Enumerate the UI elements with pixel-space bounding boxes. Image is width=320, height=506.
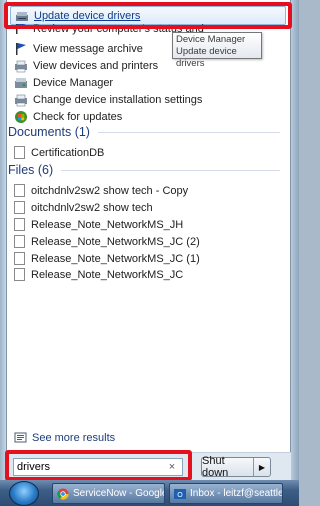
- shutdown-button[interactable]: Shut down: [202, 455, 254, 479]
- start-menu-glass-right: [291, 0, 299, 480]
- result-check-for-updates[interactable]: Check for updates: [14, 108, 122, 125]
- file-result[interactable]: oitchdnlv2sw2 show tech: [14, 199, 153, 216]
- document-icon: [14, 235, 25, 248]
- action-center-flag-icon: [14, 42, 28, 56]
- result-label: Update device drivers: [34, 9, 141, 22]
- devices-printers-icon: [14, 93, 28, 107]
- result-label: Release_Note_NetworkMS_JC: [31, 268, 184, 281]
- taskbar-button-servicenow[interactable]: ServiceNow - Google...: [52, 483, 165, 504]
- taskbar-button-outlook-inbox[interactable]: O Inbox - leitzf@seattle...: [169, 483, 283, 504]
- result-view-devices-printers[interactable]: View devices and printers: [14, 57, 158, 74]
- see-more-label: See more results: [32, 431, 116, 444]
- shutdown-options-arrow-icon[interactable]: ▶: [254, 458, 270, 476]
- file-result[interactable]: Release_Note_NetworkMS_JH: [14, 216, 183, 233]
- result-update-device-drivers[interactable]: Update device drivers: [10, 6, 286, 25]
- result-label: Change device installation settings: [33, 93, 203, 106]
- taskbar-button-label: Inbox - leitzf@seattle...: [190, 488, 283, 499]
- group-heading-label: Documents (1): [8, 125, 90, 139]
- device-driver-icon: [15, 9, 29, 23]
- taskbar-button-label: ServiceNow - Google...: [73, 488, 164, 499]
- result-certificationdb[interactable]: CertificationDB: [14, 144, 104, 161]
- result-label: Release_Note_NetworkMS_JH: [31, 218, 184, 231]
- documents-group-heading[interactable]: Documents (1): [8, 125, 280, 139]
- magnifier-results-icon: [14, 431, 27, 444]
- files-group-heading[interactable]: Files (6): [8, 163, 280, 177]
- document-icon: [14, 268, 25, 281]
- result-view-message-archive[interactable]: View message archive: [14, 40, 143, 57]
- group-divider: [61, 169, 280, 171]
- tooltip-line: Update device drivers: [176, 46, 237, 69]
- tooltip-line: Device Manager: [176, 34, 246, 45]
- shutdown-button-group: Shut down ▶: [201, 455, 271, 479]
- svg-text:O: O: [177, 492, 183, 499]
- result-device-manager[interactable]: Device Manager: [14, 74, 113, 91]
- action-center-flag-icon: [14, 24, 28, 35]
- document-icon: [14, 184, 25, 197]
- result-label: Release_Note_NetworkMS_JC (2): [31, 235, 200, 248]
- result-label: View devices and printers: [33, 59, 159, 72]
- windows-update-icon: [14, 110, 28, 124]
- devices-printers-icon: [14, 59, 28, 73]
- file-result[interactable]: oitchdnlv2sw2 show tech - Copy: [14, 182, 188, 199]
- result-label: oitchdnlv2sw2 show tech: [31, 201, 153, 214]
- document-icon: [14, 146, 25, 159]
- file-result[interactable]: Release_Note_NetworkMS_JC (2): [14, 233, 200, 250]
- search-box[interactable]: ×: [13, 458, 183, 476]
- outlook-icon: O: [174, 488, 186, 500]
- result-label: Release_Note_NetworkMS_JC (1): [31, 252, 200, 265]
- group-heading-label: Files (6): [8, 163, 54, 177]
- tooltip: Device Manager Update device drivers: [172, 32, 262, 69]
- document-icon: [14, 201, 25, 214]
- result-label: Device Manager: [33, 76, 114, 89]
- group-divider: [97, 131, 280, 133]
- see-more-results-link[interactable]: See more results: [14, 431, 115, 444]
- result-label: oitchdnlv2sw2 show tech - Copy: [31, 184, 189, 197]
- start-orb-icon[interactable]: [9, 481, 39, 506]
- result-label: View message archive: [33, 42, 143, 55]
- document-icon: [14, 252, 25, 265]
- device-manager-icon: [14, 76, 28, 90]
- chrome-icon: [57, 488, 69, 500]
- document-icon: [14, 218, 25, 231]
- file-result[interactable]: Release_Note_NetworkMS_JC (1): [14, 250, 200, 267]
- result-label: Check for updates: [33, 110, 123, 123]
- search-input[interactable]: [14, 461, 164, 473]
- clear-search-icon[interactable]: ×: [164, 461, 180, 473]
- result-label: CertificationDB: [31, 146, 105, 159]
- result-change-device-installation-settings[interactable]: Change device installation settings: [14, 91, 202, 108]
- file-result[interactable]: Release_Note_NetworkMS_JC: [14, 266, 183, 283]
